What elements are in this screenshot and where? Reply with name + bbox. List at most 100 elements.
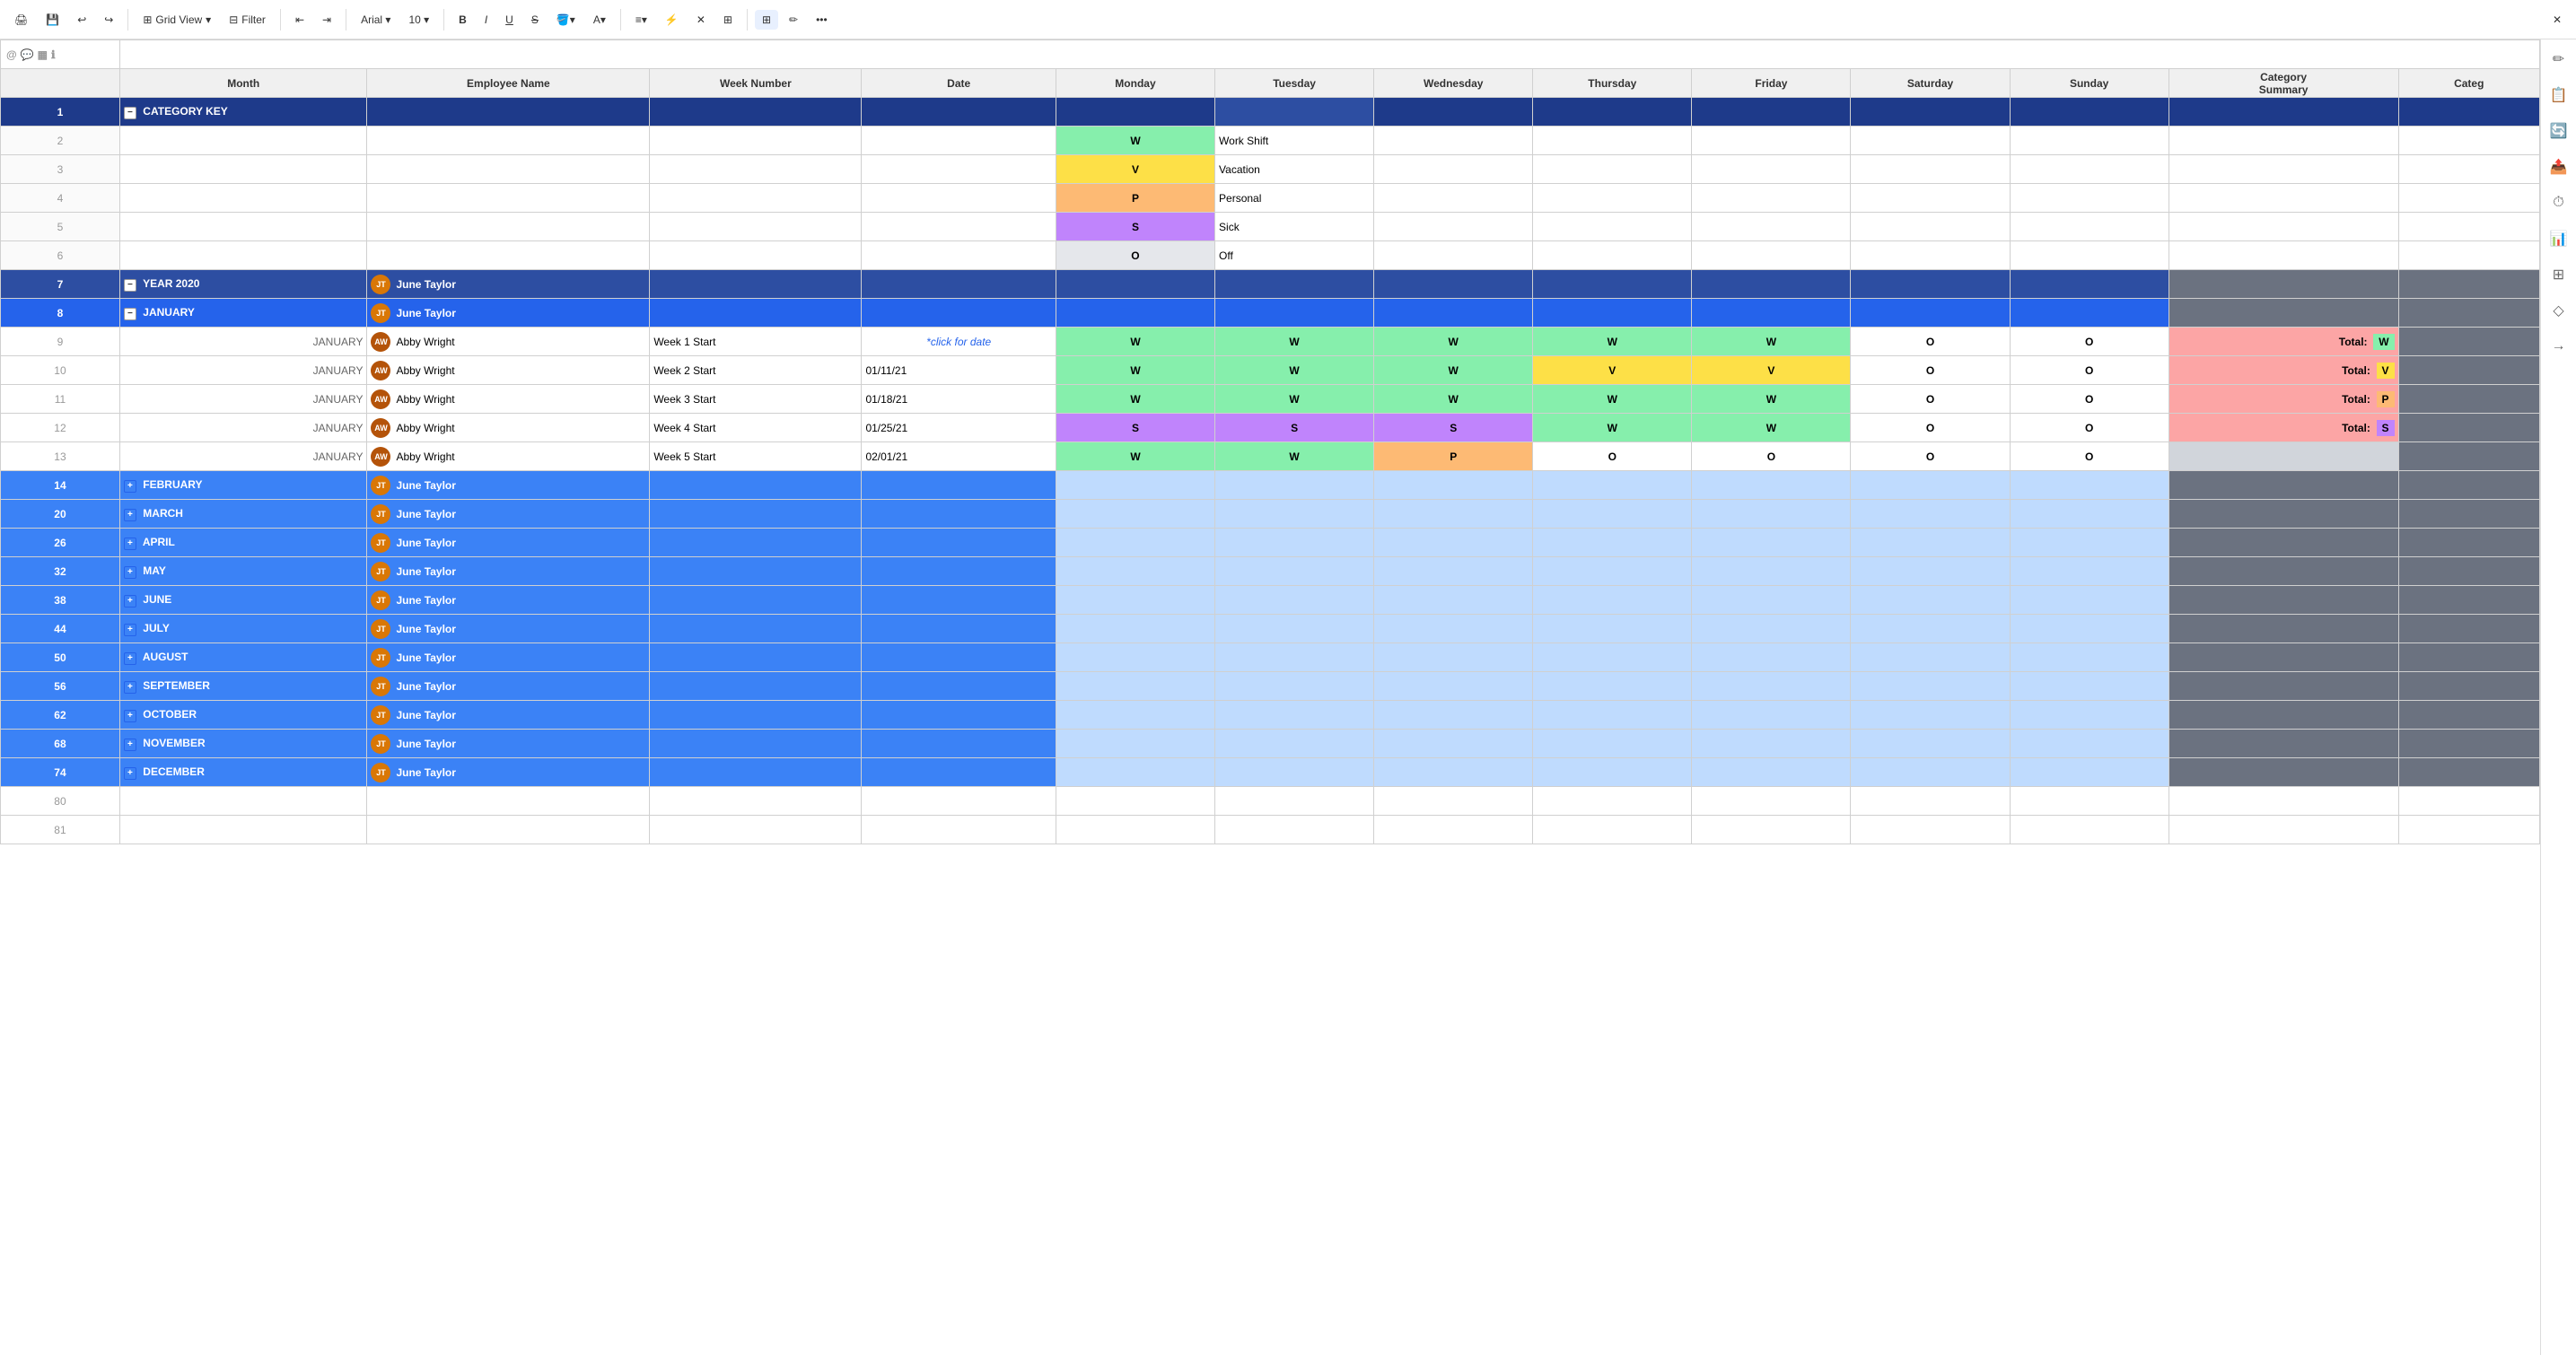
underline-btn[interactable]: U: [498, 10, 521, 30]
leg-s-symbol: S: [1056, 213, 1214, 241]
column-headers-row: Month Employee Name Week Number Date Mon…: [1, 69, 2540, 98]
sidebar-clipboard-icon[interactable]: 📋: [2546, 83, 2572, 108]
clear-btn[interactable]: ✕: [689, 10, 713, 30]
expand-april[interactable]: +: [124, 538, 136, 550]
leg-w-summary: [2169, 127, 2398, 155]
indent-decrease-btn[interactable]: ⇤: [288, 10, 311, 30]
wednesday-header[interactable]: Wednesday: [1374, 69, 1533, 98]
strikethrough-btn[interactable]: S: [524, 10, 546, 30]
font-size-selector[interactable]: 10 ▾: [401, 10, 436, 30]
indent-increase-btn[interactable]: ⇥: [315, 10, 338, 30]
year-june-taylor: June Taylor: [396, 278, 455, 291]
formula-btn[interactable]: ⊞: [716, 10, 740, 30]
leg-p-month: [119, 184, 367, 213]
row10-tue: W: [1215, 356, 1374, 385]
thursday-header[interactable]: Thursday: [1533, 69, 1692, 98]
more-options-btn[interactable]: •••: [809, 10, 835, 30]
friday-header[interactable]: Friday: [1692, 69, 1851, 98]
november-label: NOVEMBER: [143, 737, 205, 749]
row-10-num: 10: [1, 356, 120, 385]
apr-summary: [2169, 529, 2398, 557]
leg-p-symbol: P: [1056, 184, 1214, 213]
info-icon[interactable]: ℹ: [51, 48, 56, 61]
june-summary: [2169, 586, 2398, 615]
collapse-category-key[interactable]: −: [124, 107, 136, 119]
wrap-btn[interactable]: ⚡: [658, 10, 686, 30]
june-tue: [1215, 586, 1374, 615]
expand-february[interactable]: +: [124, 480, 136, 493]
row12-thu: W: [1533, 414, 1692, 442]
row-11-num: 11: [1, 385, 120, 414]
year-week: [650, 270, 862, 299]
redo-btn[interactable]: ↪: [97, 10, 120, 30]
italic-btn[interactable]: I: [478, 10, 495, 30]
table-icon[interactable]: ▦: [38, 48, 48, 61]
collapse-year[interactable]: −: [124, 279, 136, 292]
text-color-btn[interactable]: A▾: [586, 10, 613, 30]
view-selector[interactable]: ⊞ Grid View ▾: [136, 10, 218, 30]
comment-icon[interactable]: @: [6, 48, 17, 61]
sidebar-arrow-icon[interactable]: →: [2546, 334, 2572, 359]
fill-color-btn[interactable]: 🪣▾: [549, 10, 583, 30]
close-btn[interactable]: ✕: [2545, 10, 2569, 30]
month-header[interactable]: Month: [119, 69, 367, 98]
expand-december[interactable]: +: [124, 767, 136, 780]
week-number-header[interactable]: Week Number: [650, 69, 862, 98]
expand-march[interactable]: +: [124, 509, 136, 521]
monday-header[interactable]: Monday: [1056, 69, 1214, 98]
align-btn[interactable]: ≡▾: [628, 10, 654, 30]
undo-btn[interactable]: ↩: [70, 10, 93, 30]
tuesday-header[interactable]: Tuesday: [1215, 69, 1374, 98]
spreadsheet-area[interactable]: @ 💬 ▦ ℹ Month Employee Name Week Number …: [0, 39, 2540, 1355]
sidebar-upload-icon[interactable]: 📤: [2546, 154, 2572, 179]
row10-employee: AW Abby Wright: [367, 356, 650, 385]
employee-name-header[interactable]: Employee Name: [367, 69, 650, 98]
expand-july[interactable]: +: [124, 624, 136, 636]
saturday-header[interactable]: Saturday: [1851, 69, 2010, 98]
sunday-header[interactable]: Sunday: [2010, 69, 2169, 98]
sidebar-diamond-icon[interactable]: ◇: [2546, 298, 2572, 323]
row-38-num: 38: [1, 586, 120, 615]
highlight-btn[interactable]: ✏: [782, 10, 805, 30]
chat-icon[interactable]: 💬: [21, 48, 34, 61]
print-btn[interactable]: 🖨: [7, 10, 35, 30]
expand-october[interactable]: +: [124, 710, 136, 722]
category-key-cell: − CATEGORY KEY: [119, 98, 367, 127]
row9-mon: W: [1056, 328, 1214, 356]
expand-august[interactable]: +: [124, 652, 136, 665]
leg-s-f: [1851, 213, 2010, 241]
expand-may[interactable]: +: [124, 566, 136, 579]
filter-btn[interactable]: ⊟ Filter: [222, 10, 273, 30]
expand-june[interactable]: +: [124, 595, 136, 608]
sidebar-clock-icon[interactable]: ⏱: [2546, 190, 2572, 215]
sidebar-refresh-icon[interactable]: 🔄: [2546, 118, 2572, 144]
june-categ: [2398, 586, 2539, 615]
collapse-january[interactable]: −: [124, 308, 136, 320]
jan-thu: [1533, 299, 1692, 328]
row-62-num: 62: [1, 701, 120, 730]
cat-key-tue: [1215, 98, 1374, 127]
category-summary-header[interactable]: CategorySummary: [2169, 69, 2398, 98]
june-thu: [1533, 586, 1692, 615]
sidebar-edit-icon[interactable]: ✏: [2546, 47, 2572, 72]
expand-september[interactable]: +: [124, 681, 136, 694]
grid-view-active-btn[interactable]: ⊞: [755, 10, 778, 30]
may-mon: [1056, 557, 1214, 586]
expand-november[interactable]: +: [124, 739, 136, 751]
year-date: [862, 270, 1056, 299]
row12-employee: AW Abby Wright: [367, 414, 650, 442]
row9-date[interactable]: *click for date: [862, 328, 1056, 356]
font-selector[interactable]: Arial ▾: [354, 10, 398, 30]
aug-fri: [1692, 643, 1851, 672]
categ-header[interactable]: Categ: [2398, 69, 2539, 98]
nov-employee: JT June Taylor: [367, 730, 650, 758]
date-header[interactable]: Date: [862, 69, 1056, 98]
april-label: APRIL: [143, 536, 175, 548]
r80-c3: [650, 787, 862, 816]
r81-c13: [2398, 816, 2539, 844]
sidebar-apps-icon[interactable]: ⊞: [2546, 262, 2572, 287]
save-btn[interactable]: 💾: [39, 10, 66, 30]
bold-btn[interactable]: B: [451, 10, 474, 30]
aug-date: [862, 643, 1056, 672]
sidebar-chart-icon[interactable]: 📊: [2546, 226, 2572, 251]
